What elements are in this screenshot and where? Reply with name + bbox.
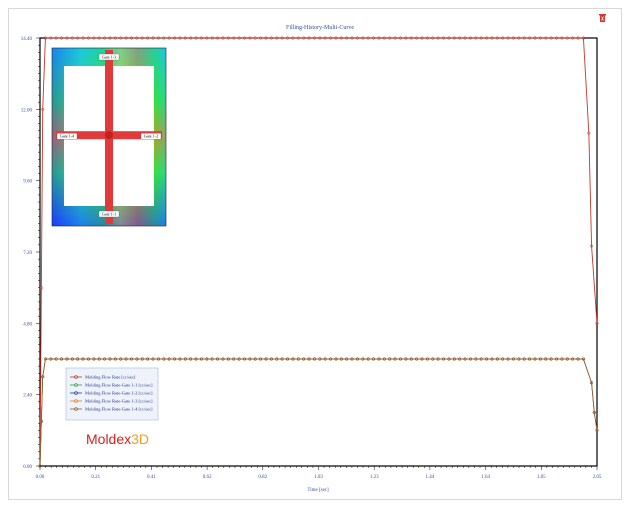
svg-text:Moldex3D: Moldex3D — [86, 431, 149, 447]
y-tick-label: 9.60 — [23, 180, 32, 185]
legend-label: Molding Flow Rate-Gate 1-3 [cc/sec] — [85, 399, 153, 404]
y-tick-label: 0.00 — [23, 465, 32, 470]
y-tick-label: 4.80 — [23, 322, 32, 327]
legend: Molding Flow Rate [cc/sec] Molding Flow R… — [65, 367, 159, 421]
x-tick-label: 0.82 — [258, 475, 267, 480]
x-tick-label: 1.03 — [314, 475, 323, 480]
close-icon[interactable] — [599, 14, 606, 22]
gate-label: Gate 1-3 — [102, 55, 117, 60]
x-tick-label: 0.00 — [36, 475, 45, 480]
y-tick-label: 14.40 — [21, 37, 33, 42]
x-tick-label: 1.85 — [537, 475, 546, 480]
legend-label: Molding Flow Rate-Gate 1-4 [cc/sec] — [85, 407, 153, 412]
y-tick-label: 2.40 — [23, 394, 32, 399]
x-tick-label: 1.23 — [370, 475, 379, 480]
inset-sprue — [105, 131, 113, 140]
x-tick-label: 2.05 — [593, 475, 602, 480]
gate-label: Gate 1-1 — [102, 212, 117, 217]
legend-label: Molding Flow Rate [cc/sec] — [85, 375, 136, 380]
x-tick-label: 0.62 — [203, 475, 212, 480]
gate-label: Gate 1-4 — [60, 134, 75, 139]
x-axis-label: Time [sec] — [307, 488, 329, 493]
logo-text-moldex: Moldex — [86, 431, 131, 447]
legend-label: Molding Flow Rate-Gate 1-2 [cc/sec] — [85, 391, 153, 396]
chart-title: Filling-History-Multi-Curve — [286, 25, 354, 31]
y-tick-label: 7.20 — [23, 251, 32, 256]
x-tick-label: 1.64 — [481, 475, 490, 480]
x-tick-label: 0.21 — [91, 475, 100, 480]
y-tick-label: 12.00 — [21, 108, 33, 113]
x-tick-label: 1.44 — [426, 475, 435, 480]
x-tick-label: 0.41 — [147, 475, 156, 480]
moldex3d-logo: Moldex3D — [86, 431, 149, 447]
logo-text-3d: 3D — [131, 431, 149, 447]
mold-inset: Gate 1-3 Gate 1-4 Gate 1-2 Gate 1-1 — [51, 47, 167, 227]
gate-label: Gate 1-2 — [144, 134, 159, 139]
legend-label: Molding Flow Rate-Gate 1-1 [cc/sec] — [85, 383, 153, 388]
chart-svg: Filling-History-Multi-Curve 0.00 0.21 0.41… — [21, 14, 606, 493]
